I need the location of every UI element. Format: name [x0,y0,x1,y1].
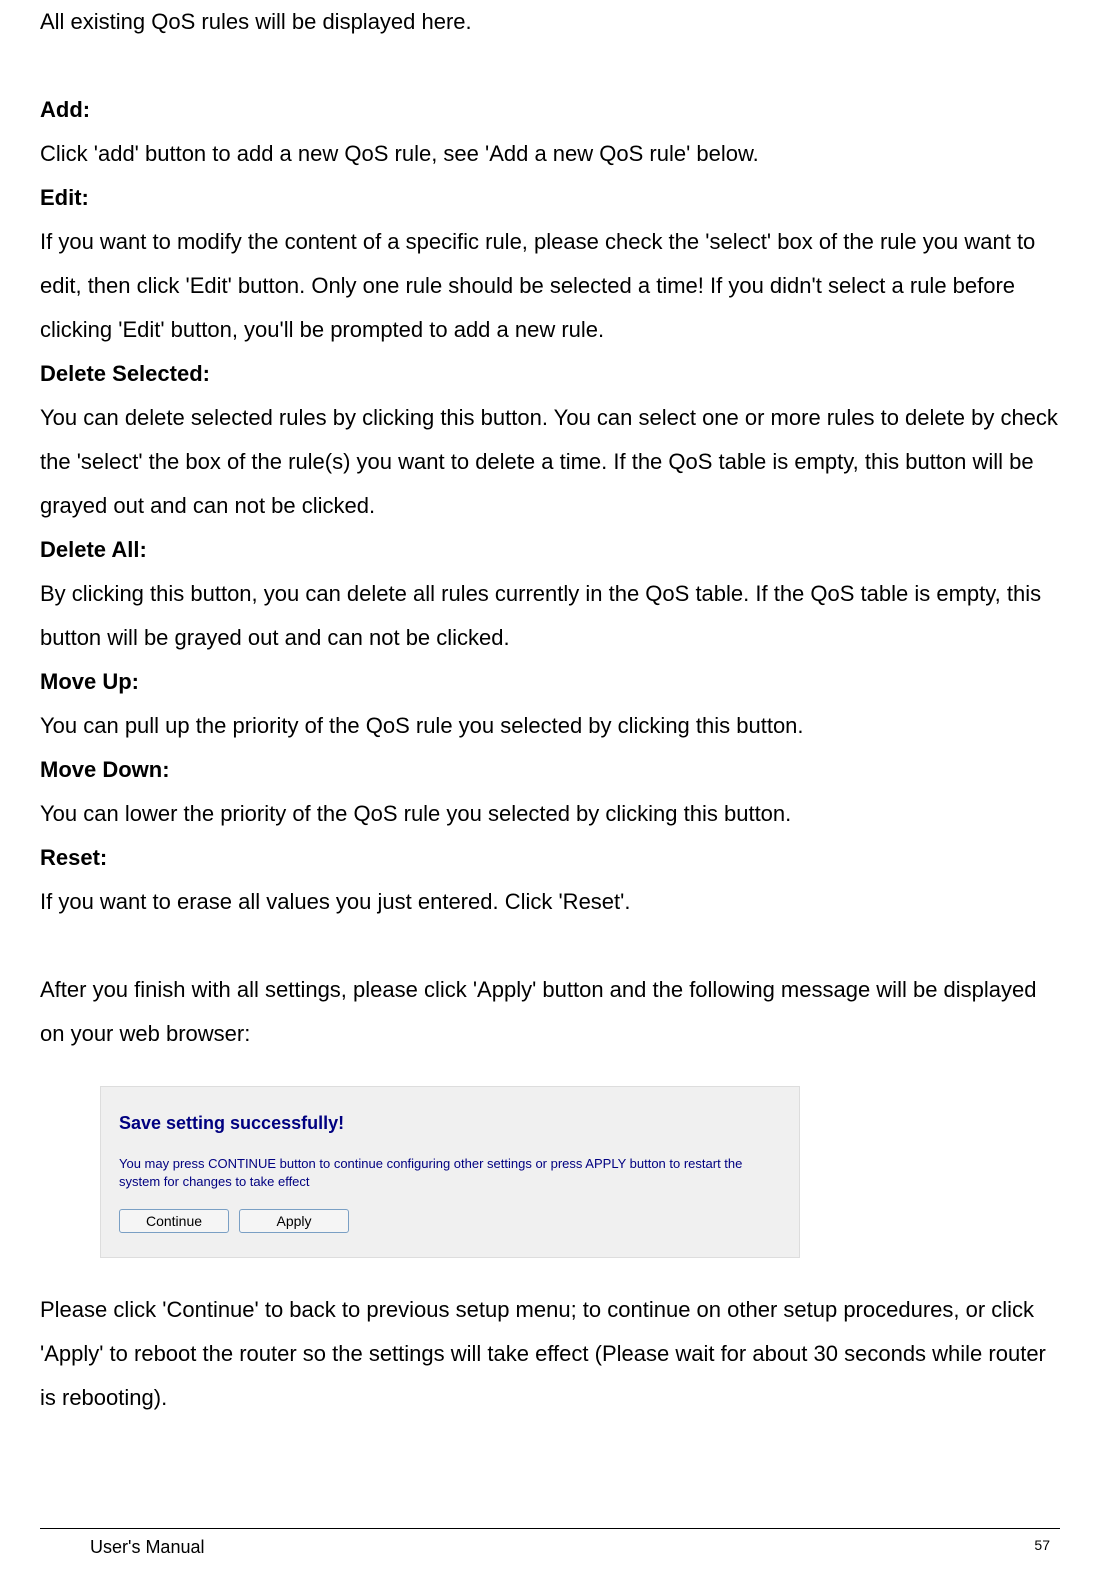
desc-delete-all: By clicking this button, you can delete … [40,572,1060,660]
intro-text: All existing QoS rules will be displayed… [40,0,1060,44]
dialog-title: Save setting successfully! [119,1105,781,1141]
definition-reset: Reset: If you want to erase all values y… [40,836,1060,924]
desc-edit: If you want to modify the content of a s… [40,220,1060,352]
apply-note: After you finish with all settings, plea… [40,968,1060,1056]
term-delete-selected: Delete Selected: [40,352,1060,396]
definition-move-up: Move Up: You can pull up the priority of… [40,660,1060,748]
definition-edit: Edit: If you want to modify the content … [40,176,1060,352]
desc-reset: If you want to erase all values you just… [40,880,1060,924]
definition-add: Add: Click 'add' button to add a new QoS… [40,88,1060,176]
closing-text: Please click 'Continue' to back to previ… [40,1288,1060,1420]
page-footer: User's Manual 57 [40,1528,1060,1558]
desc-move-up: You can pull up the priority of the QoS … [40,704,1060,748]
desc-add: Click 'add' button to add a new QoS rule… [40,132,1060,176]
term-add: Add: [40,88,1060,132]
term-move-up: Move Up: [40,660,1060,704]
term-reset: Reset: [40,836,1060,880]
term-delete-all: Delete All: [40,528,1060,572]
continue-button[interactable]: Continue [119,1209,229,1233]
definition-delete-selected: Delete Selected: You can delete selected… [40,352,1060,528]
page-number: 57 [1034,1537,1060,1558]
save-dialog: Save setting successfully! You may press… [100,1086,800,1258]
desc-delete-selected: You can delete selected rules by clickin… [40,396,1060,528]
dialog-description: You may press CONTINUE button to continu… [119,1155,781,1191]
term-move-down: Move Down: [40,748,1060,792]
apply-button[interactable]: Apply [239,1209,349,1233]
definition-delete-all: Delete All: By clicking this button, you… [40,528,1060,660]
desc-move-down: You can lower the priority of the QoS ru… [40,792,1060,836]
definition-move-down: Move Down: You can lower the priority of… [40,748,1060,836]
footer-label: User's Manual [40,1537,204,1558]
term-edit: Edit: [40,176,1060,220]
